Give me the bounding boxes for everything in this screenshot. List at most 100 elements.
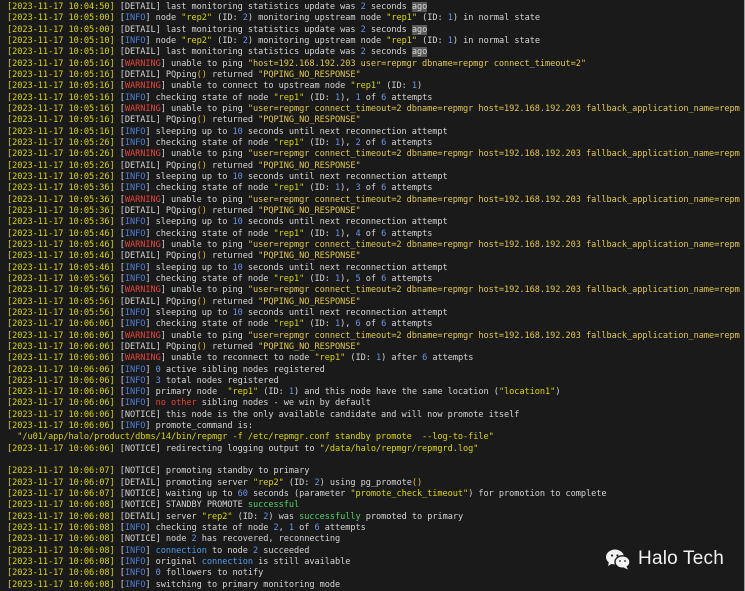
log-text: "PQPING_NO_RESPONSE" [258,205,361,216]
log-text: "user=repmgr connect_timeout=2 dbname=re… [247,330,740,341]
log-text: promoting standby to primary [160,466,310,477]
log-text: connection [155,545,207,556]
log-text: switching to primary monitoring mode [150,579,341,590]
log-level: INFO [124,307,146,318]
log-text: "rep1" [350,81,382,92]
log-text: "rep1" [273,273,305,284]
log-text: PQping [160,251,197,262]
log-text: (ID: [258,387,289,398]
log-timestamp: [2023-11-17 10:06:07] [7,489,115,500]
log-text: sleeping up to [150,171,233,182]
log-timestamp: [2023-11-17 10:06:08] [7,511,115,522]
log-line: [2023-11-17 10:05:16] [WARNING] unable t… [7,81,423,92]
log-text: node [150,35,182,46]
log-timestamp: [2023-11-17 10:05:46] [7,228,115,239]
log-text: attempts [319,523,366,534]
log-line: [2023-11-17 10:05:26] [INFO] sleeping up… [7,171,448,182]
log-line: [2023-11-17 10:06:08] [INFO] 0 followers… [7,568,264,579]
log-text: checking state of node [150,183,274,194]
log-line: [2023-11-17 10:06:08] [INFO] checking st… [7,523,366,534]
log-text: (ID: [345,353,376,364]
log-text: unable to ping [165,285,248,296]
log-level: INFO [124,319,146,330]
log-text: returned [206,115,259,126]
log-line: [2023-11-17 10:04:50] [DETAIL] last moni… [7,2,428,12]
log-text: "rep2" [201,511,233,522]
log-text: node [160,534,192,545]
log-text: of [360,137,382,148]
log-line: [2023-11-17 10:05:16] [DETAIL] PQping() … [7,115,361,126]
log-text: "rep2" [252,477,284,488]
log-text: unable to ping [165,149,248,160]
log-text: checking state of node [150,273,274,284]
log-text: "/data/halo/repmgr/repmgrd.log" [319,443,479,454]
terminal-window[interactable]: [2023-11-17 10:04:50] [DETAIL] last moni… [0,0,745,591]
log-line: [2023-11-17 10:06:06] [NOTICE] redirecti… [7,443,479,454]
log-text: () [196,251,207,262]
log-text: redirecting logging output to [160,443,320,454]
log-text: unable to connect to upstream node [165,81,351,92]
log-level: DETAIL [124,69,156,80]
log-level: DETAIL [124,2,156,12]
log-timestamp: [2023-11-17 10:06:08] [7,545,115,556]
log-timestamp: [2023-11-17 10:06:06] [7,443,115,454]
log-line: [2023-11-17 10:06:06] [WARNING] unable t… [7,353,474,364]
log-text: "PQPING_NO_RESPONSE" [258,296,361,307]
log-timestamp: [2023-11-17 10:05:46] [7,239,115,250]
log-text: sleeping up to [150,307,233,318]
log-line: [2023-11-17 10:06:06] [INFO] checking st… [7,319,433,330]
wechat-icon [605,548,631,570]
log-line: [2023-11-17 10:05:16] [INFO] checking st… [7,92,433,103]
log-line: [2023-11-17 10:06:06] [NOTICE] this node… [7,409,520,420]
log-text: returned [206,69,259,80]
log-level: INFO [124,557,146,568]
brand-name: Halo Tech [638,548,724,569]
log-text: "rep1" [386,35,417,46]
log-text: attempts [386,319,433,330]
log-text: sleeping up to [150,262,233,273]
log-text: , [278,523,289,534]
log-line: [2023-11-17 10:05:36] [DETAIL] PQping() … [7,205,361,216]
log-line: [2023-11-17 10:05:56] [DETAIL] PQping() … [7,296,361,307]
log-timestamp: [2023-11-17 10:05:16] [7,103,115,114]
log-timestamp: [2023-11-17 10:05:26] [7,160,115,171]
log-timestamp: [2023-11-17 10:05:00] [7,24,115,35]
log-text: ), [340,228,356,239]
log-text: ) [555,387,561,398]
log-text: PQping [160,205,197,216]
log-text: STANDBY PROMOTE [160,500,248,511]
log-timestamp: [2023-11-17 10:05:56] [7,307,115,318]
log-level: INFO [124,171,146,182]
log-text: seconds [365,47,412,58]
log-level: INFO [124,13,146,24]
log-level: INFO [124,183,146,194]
log-text: last monitoring statistics update was [160,24,361,35]
log-text: attempts [386,228,433,239]
log-level: DETAIL [124,115,156,126]
log-text: (ID: [416,35,448,46]
log-level: INFO [124,217,146,228]
log-text: server [160,511,202,522]
log-line: [2023-11-17 10:06:06] [WARNING] unable t… [7,331,740,342]
log-text: has recovered, reconnecting [196,534,341,545]
log-timestamp: [2023-11-17 10:05:16] [7,69,115,80]
log-line: [2023-11-17 10:05:16] [INFO] sleeping up… [7,126,448,137]
log-level: INFO [124,387,146,398]
log-text: sibling nodes - we win by default [196,398,371,409]
log-text: 10 [232,126,243,137]
log-text: attempts [427,353,474,364]
log-text: this node is the only available candidat… [160,409,520,420]
log-timestamp: [2023-11-17 10:05:16] [7,58,115,69]
log-text: ) was [268,511,300,522]
log-timestamp: [2023-11-17 10:05:56] [7,296,115,307]
log-text: sleeping up to [150,126,233,137]
log-text: ago [411,47,428,58]
log-text: () [196,296,207,307]
log-text: 10 [232,171,243,182]
log-text: "user=repmgr connect_timeout=2 dbname=re… [247,194,740,205]
log-text: succeeded [258,545,310,556]
log-line: [2023-11-17 10:06:08] [INFO] switching t… [7,579,341,590]
log-text: "rep1" [273,319,305,330]
log-timestamp: [2023-11-17 10:05:46] [7,251,115,262]
log-level: INFO [124,273,146,284]
